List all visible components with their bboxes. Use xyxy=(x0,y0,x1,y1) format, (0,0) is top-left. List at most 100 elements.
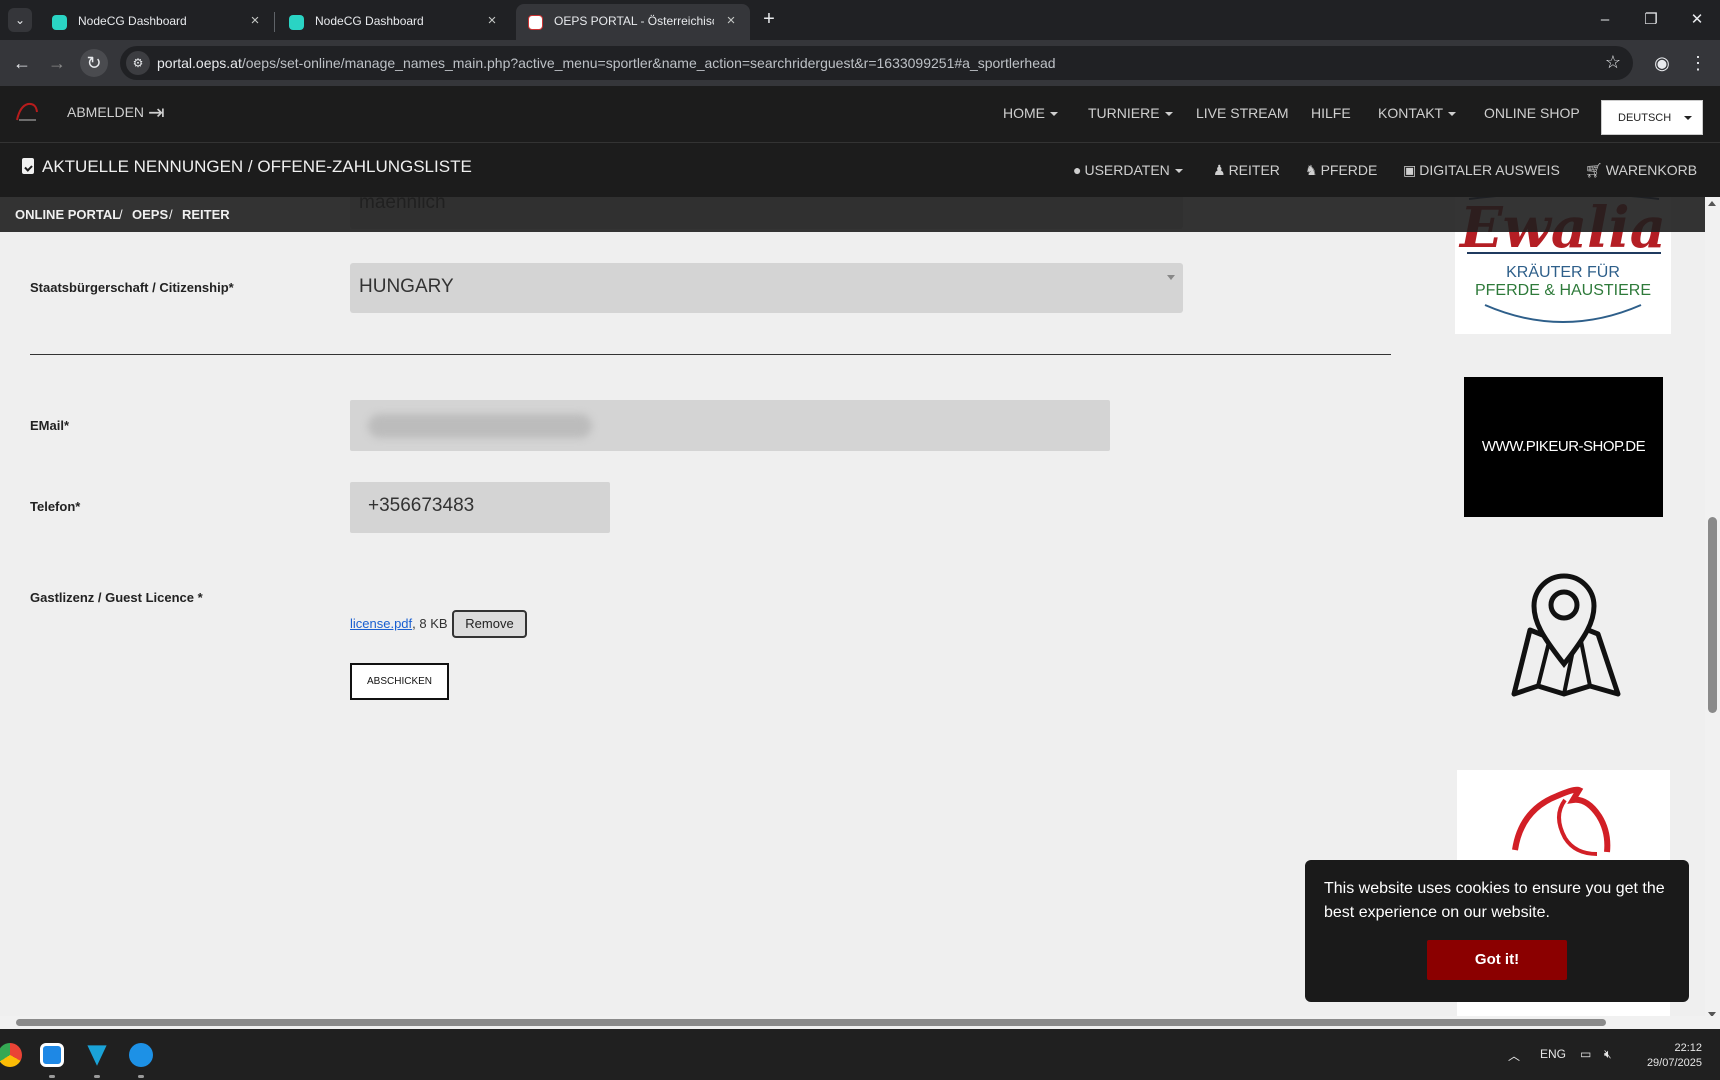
cookie-message: This website uses cookies to ensure you … xyxy=(1324,880,1665,921)
citizenship-select[interactable]: HUNGARY xyxy=(350,263,1183,313)
close-tab-icon[interactable]: × xyxy=(722,12,740,30)
input-language[interactable]: ENG xyxy=(1540,1047,1566,1061)
nav-live-stream[interactable]: LIVE STREAM xyxy=(1196,105,1289,121)
windows-taskbar: ︿ ENG ▭ 🔇︎ 22:12 29/07/2025 xyxy=(0,1029,1720,1080)
system-clock[interactable]: 22:12 29/07/2025 xyxy=(1632,1041,1702,1071)
section-divider xyxy=(30,354,1391,355)
running-indicator xyxy=(138,1075,144,1078)
file-size: , 8 KB xyxy=(412,616,448,631)
subnav-digitaler-ausweis[interactable]: ▣ DIGITALER AUSWEIS xyxy=(1403,162,1560,179)
subnav-userdaten[interactable]: ● USERDATEN xyxy=(1073,162,1183,178)
scrollbar-thumb[interactable] xyxy=(1708,517,1717,713)
tab-title: OEPS PORTAL - Österreichischer xyxy=(554,14,714,28)
phone-label: Telefon* xyxy=(30,499,81,514)
browser-tab[interactable]: NodeCG Dashboard × xyxy=(277,4,511,40)
breadcrumb-reiter: REITER xyxy=(182,207,230,222)
breadcrumb-separator: / xyxy=(169,207,173,222)
breadcrumb-separator: / xyxy=(119,207,123,222)
docker-icon[interactable] xyxy=(129,1043,153,1067)
site-info-icon[interactable]: ⚙ xyxy=(126,51,150,75)
caret-down-icon xyxy=(1174,169,1183,174)
phone-field[interactable]: +356673483 xyxy=(350,482,610,533)
minimize-window-icon[interactable]: – xyxy=(1582,6,1628,34)
sign-out-icon[interactable]: ⇥ xyxy=(148,100,165,125)
oeps-logo[interactable] xyxy=(14,100,40,122)
volume-muted-icon[interactable]: 🔇︎ xyxy=(1604,1047,1612,1062)
citizenship-value: HUNGARY xyxy=(359,276,454,297)
app-sync-icon[interactable] xyxy=(40,1043,64,1067)
nodecg-favicon-icon xyxy=(289,15,304,30)
file-link[interactable]: license.pdf xyxy=(350,616,412,631)
profile-icon[interactable]: ◉ xyxy=(1648,49,1676,77)
cookie-accept-button[interactable]: Got it! xyxy=(1427,940,1567,980)
language-value: DEUTSCH xyxy=(1618,112,1672,124)
redacted-email xyxy=(368,414,592,438)
map-location-icon[interactable] xyxy=(1494,564,1634,704)
caret-down-icon xyxy=(1164,112,1173,117)
user-circle-icon: ● xyxy=(1073,162,1082,178)
subnav-warenkorb[interactable]: 🛒︎ WARENKORB xyxy=(1585,162,1697,179)
nav-online-shop[interactable]: ONLINE SHOP xyxy=(1484,105,1580,121)
network-icon[interactable]: ▭ xyxy=(1580,1047,1591,1061)
browser-toolbar: ← → ↻ ⚙ portal.oeps.at/oeps/set-online/m… xyxy=(0,40,1720,86)
clipboard-check-icon xyxy=(22,158,34,174)
browser-tab[interactable]: NodeCG Dashboard × xyxy=(40,4,274,40)
address-bar[interactable]: ⚙ portal.oeps.at/oeps/set-online/manage_… xyxy=(120,46,1633,80)
browser-tab-active[interactable]: OEPS PORTAL - Österreichischer × xyxy=(516,4,750,40)
remove-file-button[interactable]: Remove xyxy=(452,610,527,638)
nav-turniere[interactable]: TURNIERE xyxy=(1088,105,1173,121)
oeps-favicon-icon xyxy=(528,15,543,30)
language-select[interactable]: DEUTSCH xyxy=(1601,100,1703,135)
nav-home[interactable]: HOME xyxy=(1003,105,1058,121)
nav-kontakt[interactable]: KONTAKT xyxy=(1378,105,1457,121)
menu-kebab-icon[interactable]: ⋮ xyxy=(1684,49,1712,77)
subnav-reiter[interactable]: ♟ REITER xyxy=(1213,162,1280,179)
vertical-scrollbar[interactable] xyxy=(1705,197,1720,1021)
breadcrumb: ONLINE PORTAL / OEPS / REITER xyxy=(0,197,1705,232)
logout-link[interactable]: ABMELDEN xyxy=(67,104,144,120)
vpn-shield-icon[interactable] xyxy=(87,1045,107,1066)
svg-text:KRÄUTER FÜR: KRÄUTER FÜR xyxy=(1506,263,1620,281)
scrollbar-thumb[interactable] xyxy=(16,1019,1606,1026)
reload-icon[interactable]: ↻ xyxy=(80,49,108,77)
forward-arrow-icon[interactable]: → xyxy=(43,49,71,77)
browser-tab-bar: ⌄ NodeCG Dashboard × NodeCG Dashboard × … xyxy=(0,0,1720,40)
cookie-consent-banner: This website uses cookies to ensure you … xyxy=(1305,860,1689,1002)
tab-search-button[interactable]: ⌄ xyxy=(8,8,32,32)
site-top-navbar: ABMELDEN ⇥ HOME TURNIERE LIVE STREAM HIL… xyxy=(0,86,1720,143)
url-text[interactable]: portal.oeps.at/oeps/set-online/manage_na… xyxy=(157,55,1056,71)
tab-title: NodeCG Dashboard xyxy=(315,14,424,28)
back-arrow-icon[interactable]: ← xyxy=(8,49,36,77)
close-tab-icon[interactable]: × xyxy=(483,12,501,30)
bookmark-star-icon[interactable]: ☆ xyxy=(1605,52,1621,73)
subnav-pferde[interactable]: ♞ PFERDE xyxy=(1305,162,1377,179)
clock-date: 29/07/2025 xyxy=(1646,1057,1702,1069)
cart-icon: 🛒︎ xyxy=(1585,162,1603,178)
svg-text:PFERDE & HAUSTIERE: PFERDE & HAUSTIERE xyxy=(1475,282,1651,299)
breadcrumb-oeps[interactable]: OEPS xyxy=(132,207,168,222)
running-indicator xyxy=(94,1075,100,1078)
running-indicator xyxy=(49,1075,55,1078)
close-tab-icon[interactable]: × xyxy=(246,12,264,30)
scroll-up-icon[interactable] xyxy=(1708,201,1716,206)
caret-down-icon xyxy=(1050,112,1058,117)
dropdown-arrow-icon xyxy=(1167,275,1175,280)
caret-down-icon xyxy=(1448,112,1457,117)
new-tab-button[interactable]: + xyxy=(757,8,781,32)
email-field[interactable] xyxy=(350,400,1110,451)
tab-title: NodeCG Dashboard xyxy=(78,14,187,28)
submit-button[interactable]: ABSCHICKEN xyxy=(350,663,449,700)
restore-window-icon[interactable]: ❐ xyxy=(1628,6,1674,34)
phone-value: +356673483 xyxy=(368,495,475,516)
pikeur-shop-ad[interactable]: WWW.PIKEUR-SHOP.DE xyxy=(1464,377,1663,517)
nav-hilfe[interactable]: HILFE xyxy=(1311,105,1351,121)
tray-overflow-chevron-icon[interactable]: ︿ xyxy=(1508,1047,1520,1064)
chrome-icon[interactable] xyxy=(0,1043,22,1067)
close-window-icon[interactable]: ✕ xyxy=(1674,6,1720,34)
uploaded-file: license.pdf, 8 KB xyxy=(350,616,448,631)
horizontal-scrollbar[interactable] xyxy=(0,1016,1720,1029)
clock-time: 22:12 xyxy=(1674,1042,1702,1054)
page-content: maennlich ONLINE PORTAL / OEPS / REITER … xyxy=(0,197,1705,1021)
citizenship-label: Staatsbürgerschaft / Citizenship* xyxy=(30,280,234,295)
breadcrumb-online-portal[interactable]: ONLINE PORTAL xyxy=(15,207,120,222)
